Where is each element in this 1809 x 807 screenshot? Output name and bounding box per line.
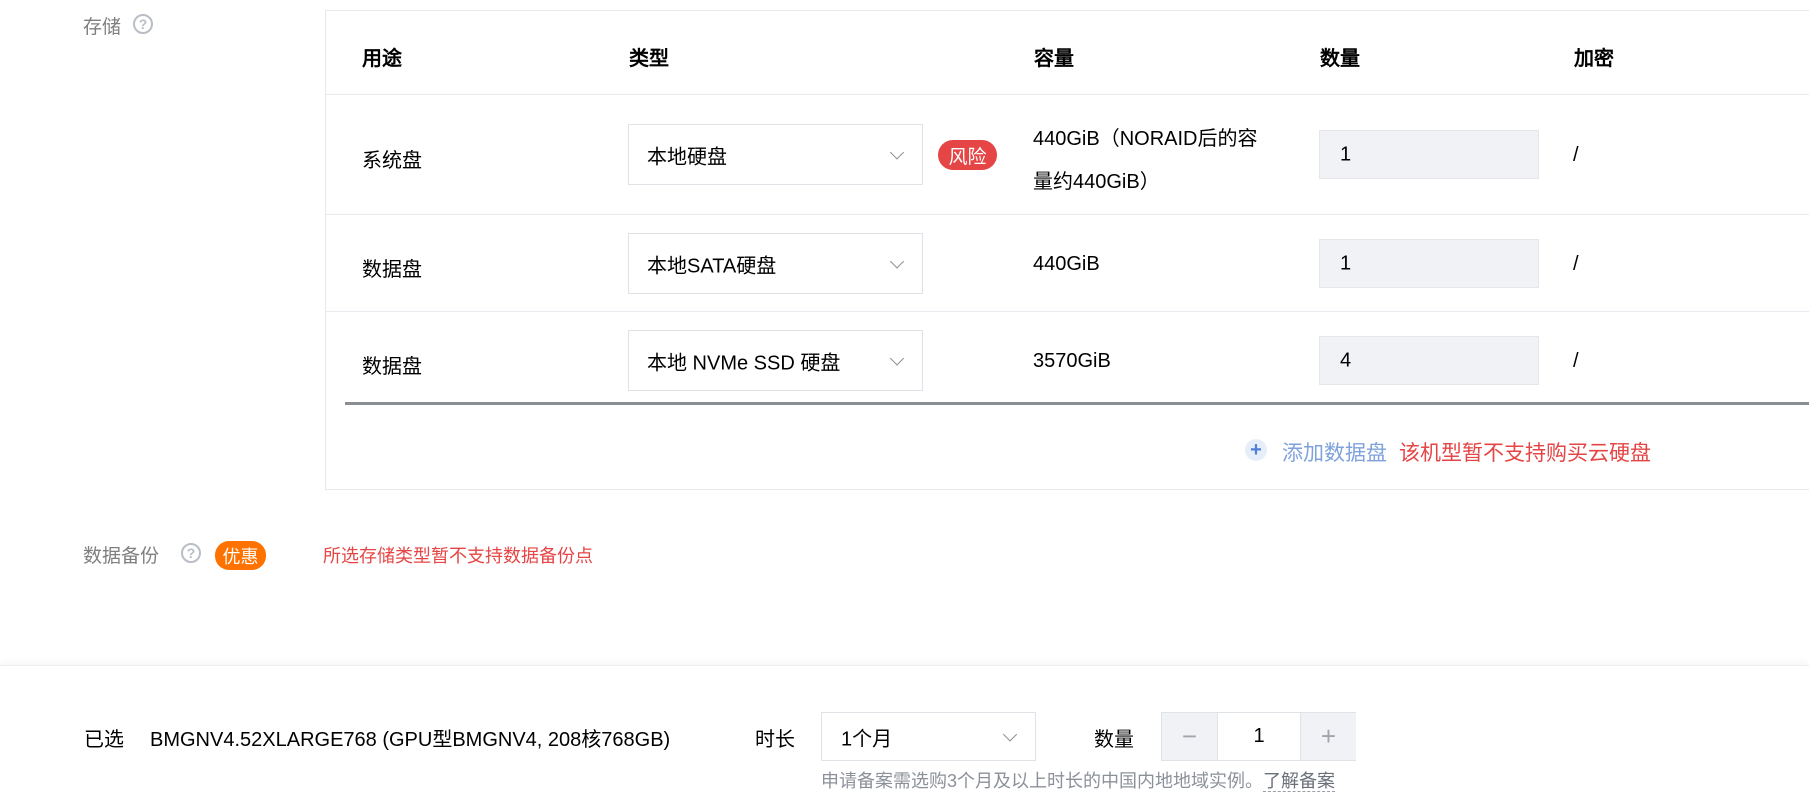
encryption-value: / xyxy=(1573,144,1579,166)
header-capacity: 容量 xyxy=(1034,48,1074,70)
storage-label: 存储 xyxy=(83,17,122,38)
header-usage: 用途 xyxy=(362,48,402,70)
quantity-input[interactable]: 1 xyxy=(1218,713,1300,760)
row-usage: 系统盘 xyxy=(362,150,422,172)
disk-type-value: 本地硬盘 xyxy=(647,146,727,168)
cloud-disk-warning: 该机型暂不支持购买云硬盘 xyxy=(1399,442,1651,465)
backup-notice: 所选存储类型暂不支持数据备份点 xyxy=(323,546,593,566)
capacity-line2: 量约440GiB） xyxy=(1033,171,1160,193)
storage-table-panel xyxy=(325,10,1809,490)
header-type: 类型 xyxy=(629,48,669,70)
divider xyxy=(326,311,1809,312)
header-encryption: 加密 xyxy=(1574,48,1614,70)
quantity-value: 1 xyxy=(1340,143,1352,165)
disk-type-value: 本地SATA硬盘 xyxy=(647,255,777,277)
filing-info-link[interactable]: 了解备案 xyxy=(1263,771,1336,792)
quantity-field[interactable]: 4 xyxy=(1319,336,1539,385)
duration-label: 时长 xyxy=(755,729,795,751)
backup-label: 数据备份 xyxy=(83,546,160,567)
risk-badge: 风险 xyxy=(938,140,997,170)
header-quantity: 数量 xyxy=(1320,48,1360,70)
chevron-down-icon xyxy=(889,144,905,160)
divider xyxy=(326,94,1809,95)
capacity-value: 440GiB xyxy=(1033,253,1100,275)
quantity-field[interactable]: 1 xyxy=(1319,130,1539,179)
duration-select[interactable]: 1个月 xyxy=(821,712,1036,761)
question-circle-icon[interactable]: ? xyxy=(133,14,153,34)
disk-type-value: 本地 NVMe SSD 硬盘 xyxy=(647,352,841,374)
horizontal-scrollbar[interactable] xyxy=(345,402,1809,405)
quantity-field[interactable]: 1 xyxy=(1319,239,1539,288)
duration-value: 1个月 xyxy=(841,728,893,750)
chevron-down-icon xyxy=(1002,726,1018,742)
plus-button[interactable]: + xyxy=(1300,713,1356,760)
selected-label: 已选 xyxy=(84,729,124,751)
quantity-value: 4 xyxy=(1340,349,1352,371)
promo-badge: 优惠 xyxy=(215,541,266,570)
duration-hint-text: 申请备案需选购3个月及以上时长的中国内地地域实例。 xyxy=(821,771,1264,791)
quantity-label: 数量 xyxy=(1094,729,1134,751)
quantity-stepper: − 1 + xyxy=(1161,712,1356,761)
capacity-value: 3570GiB xyxy=(1033,350,1111,372)
question-circle-icon[interactable]: ? xyxy=(181,543,201,563)
disk-type-select[interactable]: 本地 NVMe SSD 硬盘 xyxy=(628,330,923,391)
chevron-down-icon xyxy=(889,350,905,366)
add-data-disk-link[interactable]: 添加数据盘 xyxy=(1282,437,1387,467)
duration-hint: 申请备案需选购3个月及以上时长的中国内地地域实例。了解备案 xyxy=(821,767,1336,793)
quantity-value: 1 xyxy=(1340,252,1352,274)
encryption-value: / xyxy=(1573,253,1579,275)
selected-instance: BMGNV4.52XLARGE768 (GPU型BMGNV4, 208核768G… xyxy=(150,729,671,751)
plus-circle-icon[interactable]: + xyxy=(1245,439,1267,461)
disk-type-select[interactable]: 本地SATA硬盘 xyxy=(628,233,923,294)
row-usage: 数据盘 xyxy=(362,356,422,378)
divider xyxy=(326,214,1809,215)
chevron-down-icon xyxy=(889,253,905,269)
minus-button[interactable]: − xyxy=(1162,713,1218,760)
encryption-value: / xyxy=(1573,350,1579,372)
disk-type-select[interactable]: 本地硬盘 xyxy=(628,124,923,185)
row-usage: 数据盘 xyxy=(362,259,422,281)
capacity-line1: 440GiB（NORAID后的容 xyxy=(1033,128,1258,150)
